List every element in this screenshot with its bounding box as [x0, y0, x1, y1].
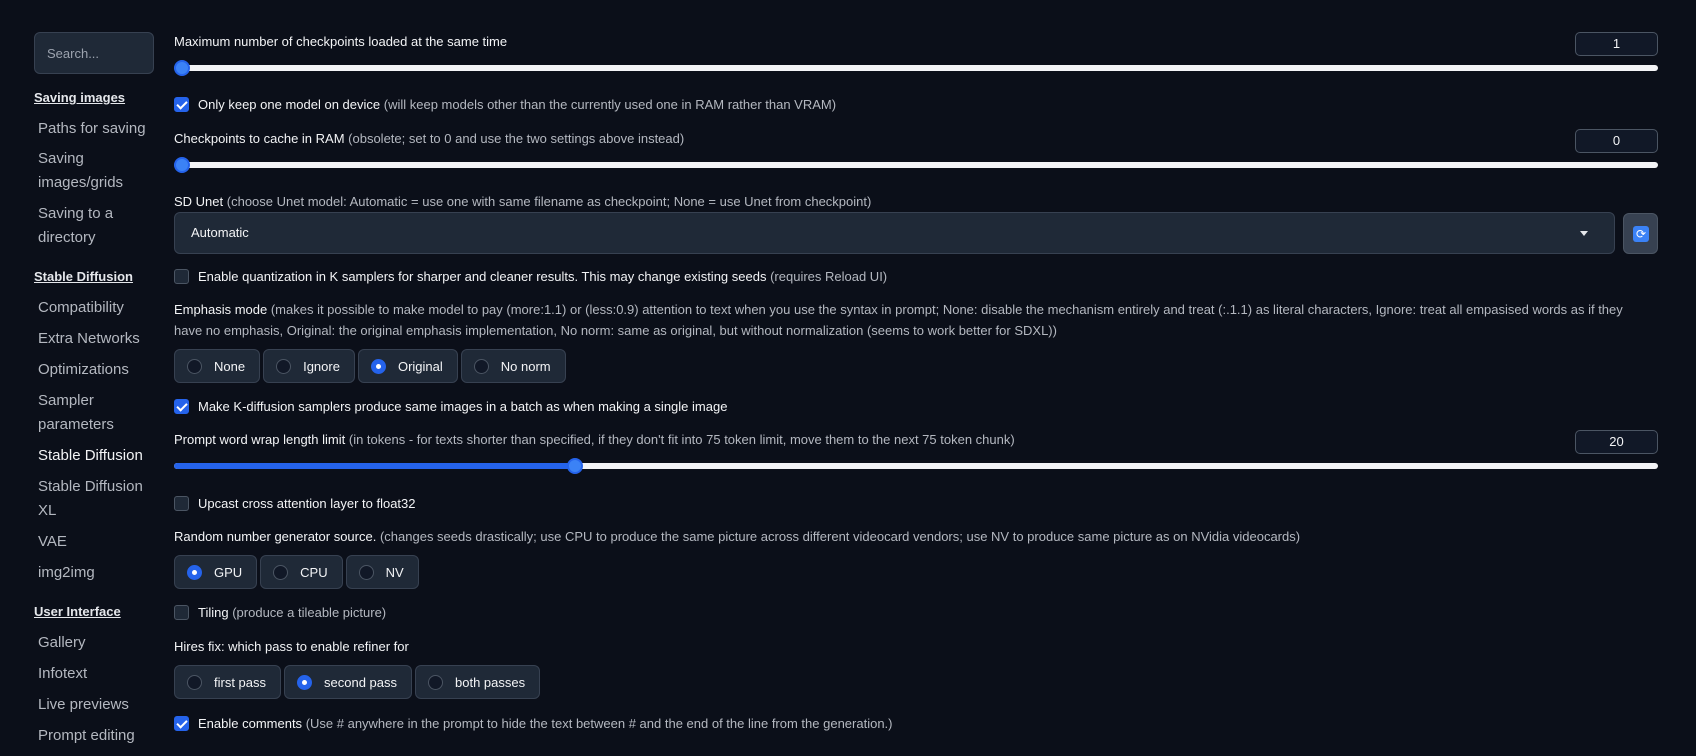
- keep-one-model-row[interactable]: Only keep one model on device (will keep…: [174, 97, 836, 112]
- emphasis-hint-line1: (makes it possible to make model to pay …: [270, 302, 1623, 317]
- refresh-icon: ⟳: [1633, 226, 1649, 242]
- sidebar-item-compatibility[interactable]: Compatibility: [38, 296, 158, 320]
- upcast-checkbox[interactable]: [174, 496, 189, 511]
- tiling-checkbox[interactable]: [174, 605, 189, 620]
- comments-row[interactable]: Enable comments (Use # anywhere in the p…: [174, 716, 893, 731]
- settings-panel: Maximum number of checkpoints loaded at …: [174, 0, 1659, 756]
- sidebar-item-infotext[interactable]: Infotext: [38, 662, 158, 686]
- emphasis-option-no-norm[interactable]: No norm: [460, 349, 566, 383]
- radio-dot: [187, 674, 202, 690]
- rng-label: Random number generator source. (changes…: [174, 529, 1301, 544]
- sidebar-item-optimizations[interactable]: Optimizations: [38, 358, 158, 382]
- emphasis-label: Emphasis mode (makes it possible to make…: [174, 302, 1623, 317]
- kdiffusion-batch-row[interactable]: Make K-diffusion samplers produce same i…: [174, 399, 727, 414]
- quantization-checkbox[interactable]: [174, 269, 189, 284]
- radio-dot: [276, 358, 292, 374]
- checkpoints-cache-number[interactable]: 0: [1575, 129, 1658, 153]
- sidebar-item-img2img[interactable]: img2img: [38, 561, 158, 585]
- quantization-row[interactable]: Enable quantization in K samplers for sh…: [174, 269, 887, 284]
- comments-hint: (Use # anywhere in the prompt to hide th…: [305, 716, 893, 731]
- section-stable-diffusion[interactable]: Stable Diffusion: [34, 269, 133, 284]
- radio-dot: [428, 674, 444, 690]
- search-input[interactable]: [34, 32, 154, 74]
- rng-hint: (changes seeds drastically; use CPU to p…: [379, 529, 1301, 544]
- sd-unet-dropdown[interactable]: Automatic: [174, 212, 1615, 254]
- checkpoints-cache-slider[interactable]: [174, 157, 1658, 173]
- section-saving-images[interactable]: Saving images: [34, 90, 125, 105]
- slider-track: [174, 162, 1658, 168]
- sidebar-item-stable-diffusion[interactable]: Stable Diffusion: [38, 444, 158, 468]
- max-checkpoints-label: Maximum number of checkpoints loaded at …: [174, 34, 508, 49]
- rng-option-cpu[interactable]: CPU: [260, 555, 343, 589]
- rng-radio-group: GPU CPU NV: [174, 555, 419, 589]
- settings-sidebar: Saving images Paths for saving Saving im…: [0, 0, 160, 756]
- sidebar-item-paths-for-saving[interactable]: Paths for saving: [38, 117, 158, 141]
- upcast-label: Upcast cross attention layer to float32: [198, 496, 416, 511]
- slider-fill: [174, 463, 575, 469]
- hires-option-second-pass[interactable]: second pass: [284, 665, 413, 699]
- sidebar-item-extra-networks[interactable]: Extra Networks: [38, 327, 158, 351]
- radio-dot: [297, 674, 313, 690]
- sidebar-item-sampler-parameters[interactable]: Sampler parameters: [38, 389, 158, 437]
- refresh-button[interactable]: ⟳: [1623, 213, 1658, 254]
- hires-option-first-pass[interactable]: first pass: [174, 665, 282, 699]
- hires-refiner-radio-group: first pass second pass both passes: [174, 665, 541, 699]
- radio-dot: [273, 564, 289, 580]
- tiling-row[interactable]: Tiling (produce a tileable picture): [174, 605, 386, 620]
- sidebar-item-saving-images-grids[interactable]: Saving images/grids: [38, 147, 158, 195]
- keep-one-model-label: Only keep one model on device: [198, 97, 381, 112]
- word-wrap-hint: (in tokens - for texts shorter than spec…: [348, 432, 1015, 447]
- kdiffusion-batch-label: Make K-diffusion samplers produce same i…: [198, 399, 728, 414]
- radio-dot: [473, 358, 489, 374]
- quantization-label: Enable quantization in K samplers for sh…: [198, 269, 767, 284]
- radio-dot: [370, 358, 386, 374]
- slider-thumb[interactable]: [566, 458, 583, 474]
- checkpoints-cache-label: Checkpoints to cache in RAM (obsolete; s…: [174, 131, 685, 146]
- upcast-row[interactable]: Upcast cross attention layer to float32: [174, 496, 416, 511]
- comments-checkbox[interactable]: [174, 716, 189, 731]
- kdiffusion-batch-checkbox[interactable]: [174, 399, 189, 414]
- word-wrap-slider[interactable]: [174, 458, 1658, 474]
- emphasis-hint-line2-row: have no emphasis, Original: the original…: [174, 322, 1659, 339]
- sd-unet-value: Automatic: [191, 225, 249, 240]
- quantization-hint: (requires Reload UI): [770, 269, 888, 284]
- slider-thumb[interactable]: [174, 60, 190, 76]
- sidebar-item-stable-diffusion-xl[interactable]: Stable Diffusion XL: [38, 475, 158, 523]
- max-checkpoints-number[interactable]: 1: [1575, 32, 1658, 56]
- emphasis-hint-line2: have no emphasis, Original: the original…: [174, 323, 1057, 338]
- word-wrap-number[interactable]: 20: [1575, 430, 1658, 454]
- tiling-label: Tiling: [198, 605, 229, 620]
- rng-option-gpu[interactable]: GPU: [174, 555, 258, 589]
- sidebar-item-gallery[interactable]: Gallery: [38, 631, 158, 655]
- sd-unet-hint: (choose Unet model: Automatic = use one …: [226, 194, 872, 209]
- sd-unet-label: SD Unet (choose Unet model: Automatic = …: [174, 194, 872, 209]
- emphasis-radio-group: None Ignore Original No norm: [174, 349, 566, 383]
- emphasis-option-ignore[interactable]: Ignore: [263, 349, 355, 383]
- emphasis-option-original[interactable]: Original: [357, 349, 458, 383]
- tiling-hint: (produce a tileable picture): [232, 605, 387, 620]
- emphasis-option-none[interactable]: None: [174, 349, 261, 383]
- chevron-down-icon: [1580, 231, 1588, 236]
- slider-thumb[interactable]: [174, 157, 190, 173]
- sidebar-item-vae[interactable]: VAE: [38, 530, 158, 554]
- sidebar-item-live-previews[interactable]: Live previews: [38, 693, 158, 717]
- keep-one-model-checkbox[interactable]: [174, 97, 189, 112]
- rng-option-nv[interactable]: NV: [345, 555, 419, 589]
- radio-dot: [187, 564, 202, 580]
- comments-label: Enable comments: [198, 716, 303, 731]
- checkpoints-cache-hint: (obsolete; set to 0 and use the two sett…: [348, 131, 685, 146]
- sidebar-item-saving-to-directory[interactable]: Saving to a directory: [38, 202, 158, 250]
- radio-dot: [358, 564, 374, 580]
- slider-track: [174, 65, 1658, 71]
- radio-dot: [187, 358, 202, 374]
- hires-option-both-passes[interactable]: both passes: [415, 665, 541, 699]
- keep-one-model-hint: (will keep models other than the current…: [383, 97, 837, 112]
- hires-refiner-label: Hires fix: which pass to enable refiner …: [174, 639, 409, 654]
- word-wrap-label: Prompt word wrap length limit (in tokens…: [174, 432, 1015, 447]
- max-checkpoints-slider[interactable]: [174, 60, 1658, 76]
- section-user-interface[interactable]: User Interface: [34, 604, 121, 619]
- sidebar-item-prompt-editing[interactable]: Prompt editing: [38, 724, 158, 748]
